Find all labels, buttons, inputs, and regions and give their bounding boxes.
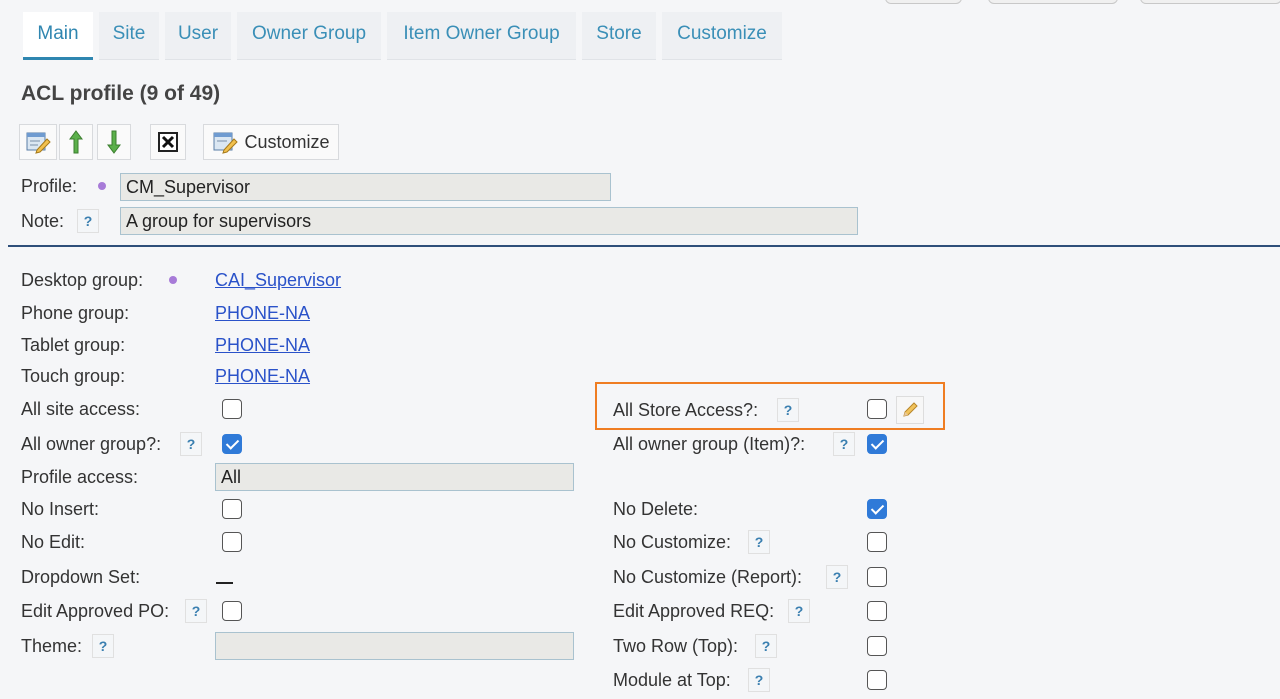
touch-group-link[interactable]: PHONE-NA	[215, 366, 310, 387]
edit-approved-req-checkbox[interactable]	[867, 601, 887, 621]
module-at-top-checkbox[interactable]	[867, 670, 887, 690]
profile-access-label: Profile access:	[21, 467, 139, 487]
tab-site[interactable]: Site	[99, 12, 159, 60]
delete-button[interactable]	[150, 124, 186, 160]
tab-customize[interactable]: Customize	[662, 12, 782, 60]
edit-icon	[26, 132, 51, 154]
tab-bar: Main Site User Owner Group Item Owner Gr…	[0, 8, 1280, 60]
required-dot	[98, 182, 106, 190]
customize-button[interactable]: Customize	[203, 124, 339, 160]
desktop-group-link[interactable]: CAI_Supervisor	[215, 270, 341, 291]
tab-owner-group[interactable]: Owner Group	[237, 12, 381, 60]
note-field[interactable]: A group for supervisors	[120, 207, 858, 235]
tab-user[interactable]: User	[165, 12, 231, 60]
two-row-top-label: Two Row (Top):	[613, 636, 739, 656]
phone-group-link[interactable]: PHONE-NA	[215, 303, 310, 324]
tab-item-owner-group[interactable]: Item Owner Group	[387, 12, 576, 60]
edit-approved-req-label: Edit Approved REQ:	[613, 601, 775, 621]
tablet-group-label: Tablet group:	[21, 335, 126, 355]
help-icon[interactable]: ?	[748, 668, 770, 692]
top-button-partial[interactable]	[988, 0, 1118, 4]
help-icon[interactable]: ?	[755, 634, 777, 658]
edit-approved-po-label: Edit Approved PO:	[21, 601, 170, 621]
tab-main[interactable]: Main	[23, 12, 93, 60]
section-divider	[8, 245, 1280, 247]
no-insert-checkbox[interactable]	[222, 499, 242, 519]
phone-group-label: Phone group:	[21, 303, 130, 323]
top-button-partial[interactable]	[885, 0, 962, 4]
help-icon[interactable]: ?	[788, 599, 810, 623]
no-customize-checkbox[interactable]	[867, 532, 887, 552]
profile-label: Profile:	[21, 176, 78, 196]
edit-store-access-button[interactable]	[896, 396, 924, 424]
profile-field[interactable]: CM_Supervisor	[120, 173, 611, 201]
no-insert-label: No Insert:	[21, 499, 100, 519]
required-dot	[169, 276, 177, 284]
customize-icon	[213, 132, 239, 154]
help-icon[interactable]: ?	[748, 530, 770, 554]
no-customize-report-checkbox[interactable]	[867, 567, 887, 587]
help-icon[interactable]: ?	[185, 599, 207, 623]
arrow-down-icon	[107, 130, 121, 154]
all-site-access-checkbox[interactable]	[222, 399, 242, 419]
all-site-access-label: All site access:	[21, 399, 141, 419]
top-strip	[0, 0, 1280, 6]
help-icon[interactable]: ?	[826, 565, 848, 589]
note-label: Note:	[21, 211, 65, 231]
all-owner-group-item-label: All owner group (Item)?:	[613, 434, 806, 454]
help-icon[interactable]: ?	[180, 432, 202, 456]
help-icon[interactable]: ?	[92, 634, 114, 658]
no-customize-label: No Customize:	[613, 532, 732, 552]
two-row-top-checkbox[interactable]	[867, 636, 887, 656]
no-delete-checkbox[interactable]	[867, 499, 887, 519]
no-customize-report-label: No Customize (Report):	[613, 567, 803, 587]
all-owner-group-label: All owner group?:	[21, 434, 162, 454]
edit-approved-po-checkbox[interactable]	[222, 601, 242, 621]
move-up-button[interactable]	[59, 124, 93, 160]
all-owner-group-item-checkbox[interactable]	[867, 434, 887, 454]
tablet-group-link[interactable]: PHONE-NA	[215, 335, 310, 356]
all-owner-group-checkbox[interactable]	[222, 434, 242, 454]
all-store-access-checkbox[interactable]	[867, 399, 887, 419]
dropdown-set-label: Dropdown Set:	[21, 567, 141, 587]
help-icon[interactable]: ?	[833, 432, 855, 456]
help-icon[interactable]: ?	[77, 209, 99, 233]
page-title: ACL profile (9 of 49)	[21, 82, 221, 105]
no-delete-label: No Delete:	[613, 499, 699, 519]
customize-button-label: Customize	[244, 131, 330, 152]
tab-store[interactable]: Store	[582, 12, 656, 60]
close-box-icon	[158, 132, 178, 152]
all-store-access-label: All Store Access?:	[613, 400, 759, 420]
arrow-up-icon	[69, 130, 83, 154]
no-edit-label: No Edit:	[21, 532, 86, 552]
help-icon[interactable]: ?	[777, 398, 799, 422]
theme-label: Theme:	[21, 636, 83, 656]
desktop-group-label: Desktop group:	[21, 270, 144, 290]
move-down-button[interactable]	[97, 124, 131, 160]
module-at-top-label: Module at Top:	[613, 670, 731, 690]
profile-access-field[interactable]: All	[215, 463, 574, 491]
no-edit-checkbox[interactable]	[222, 532, 242, 552]
top-button-partial[interactable]	[1140, 0, 1280, 4]
dropdown-set-value[interactable]	[216, 582, 233, 584]
theme-field[interactable]	[215, 632, 574, 660]
edit-button[interactable]	[19, 124, 57, 160]
pencil-icon	[903, 402, 918, 417]
touch-group-label: Touch group:	[21, 366, 126, 386]
